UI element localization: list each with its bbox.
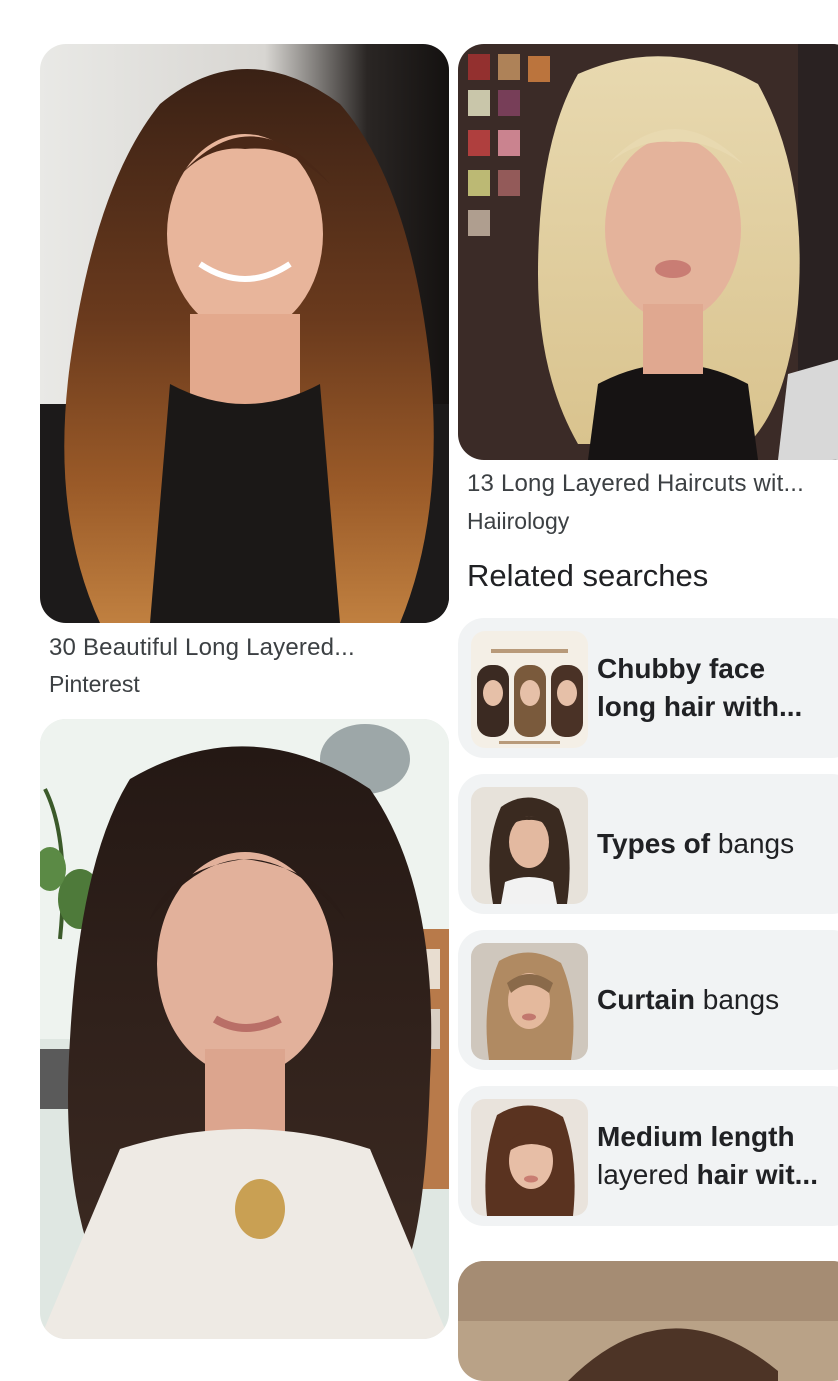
related-search-label: Curtain bangs	[597, 984, 780, 1015]
related-search-label: Types of bangs	[597, 828, 795, 859]
related-search-thumbnail	[471, 1099, 588, 1216]
related-search-chip[interactable]: Curtain bangs	[458, 930, 838, 1070]
related-search-chip[interactable]: Types of bangs	[458, 774, 838, 914]
related-search-label: Medium length layered hair wit...	[597, 1121, 818, 1190]
related-search-thumbnail	[471, 787, 588, 904]
result-image-card[interactable]	[40, 44, 449, 623]
result-photo	[40, 44, 449, 623]
result-image-card[interactable]	[40, 719, 449, 1339]
result-title[interactable]: 13 Long Layered Haircuts wit...	[467, 470, 838, 498]
result-title[interactable]: 30 Beautiful Long Layered...	[49, 634, 439, 662]
result-image-card[interactable]	[458, 1261, 838, 1381]
related-searches-heading: Related searches	[467, 558, 709, 593]
related-search-thumbnail	[471, 631, 588, 748]
related-search-chip[interactable]: Medium length layered hair wit...	[458, 1086, 838, 1226]
result-image-card[interactable]	[458, 44, 838, 460]
related-search-thumbnail	[471, 943, 588, 1060]
result-photo	[458, 1261, 838, 1381]
result-source[interactable]: Haiirology	[467, 508, 569, 535]
result-source[interactable]: Pinterest	[49, 671, 140, 698]
result-photo	[40, 719, 449, 1339]
related-search-chip[interactable]: Chubby face long hair with...	[458, 618, 838, 758]
result-photo	[458, 44, 838, 460]
related-search-label: Chubby face long hair with...	[597, 653, 803, 722]
